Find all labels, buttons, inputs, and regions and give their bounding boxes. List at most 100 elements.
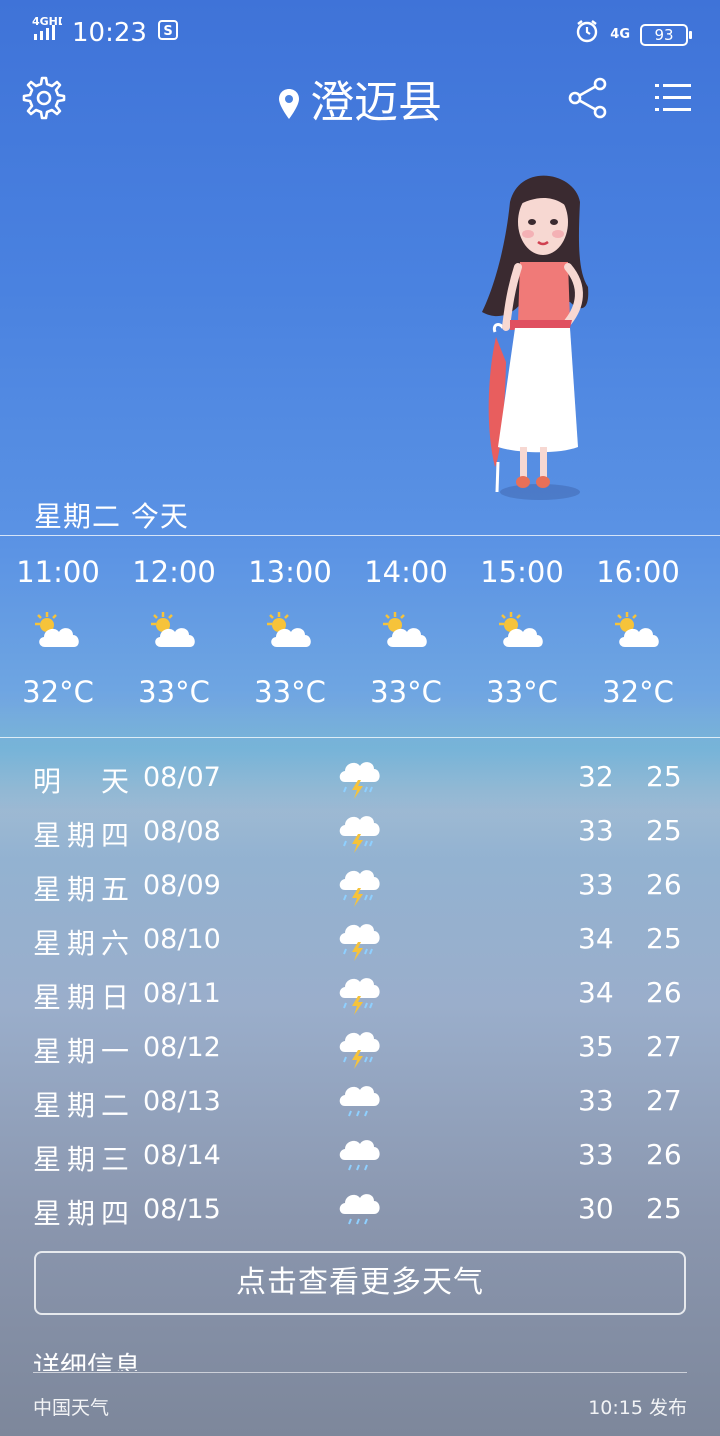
thunderstorm-icon [336, 756, 382, 809]
hourly-temp: 33°C [486, 675, 558, 709]
publish-time: 10:15 发布 [588, 1397, 687, 1419]
day-high-temp: 35 [578, 1030, 614, 1063]
hourly-item: 11:00 32°C [0, 555, 116, 725]
battery-indicator: 93 [640, 23, 692, 46]
network-4g-label: 4G [610, 26, 630, 42]
daily-row[interactable]: 星期三 08/14 33 26 [0, 1130, 720, 1184]
city-name: 澄迈县 [310, 77, 442, 128]
day-name: 星期二 [33, 1089, 129, 1122]
day-date: 08/13 [143, 1086, 221, 1117]
daily-row[interactable]: 星期二 08/13 33 27 [0, 1076, 720, 1130]
day-high-temp: 33 [578, 1084, 614, 1117]
cartoon-girl-illustration [470, 162, 600, 507]
day-name: 星期三 [33, 1143, 129, 1176]
day-date: 08/09 [143, 870, 221, 901]
notification-icon: S [157, 18, 179, 48]
day-low-temp: 27 [646, 1084, 682, 1117]
day-low-temp: 25 [646, 1192, 682, 1225]
detail-divider [33, 1372, 687, 1373]
hourly-time: 15:00 [480, 555, 564, 589]
partly-cloudy-icon [0, 601, 116, 661]
day-name: 星期五 [33, 873, 129, 906]
hourly-temp: 32°C [22, 675, 94, 709]
daily-row[interactable]: 明天 08/07 32 25 [0, 752, 720, 806]
hourly-time: 13:00 [248, 555, 332, 589]
day-high-temp: 33 [578, 868, 614, 901]
day-high-temp: 34 [578, 922, 614, 955]
day-low-temp: 26 [646, 1138, 682, 1171]
day-low-temp: 27 [646, 1030, 682, 1063]
hourly-item: 14:00 33°C [348, 555, 464, 725]
hourly-forecast[interactable]: 11:00 32°C 12:00 33°C 13:00 33°C 14:00 33°C 15:0… [0, 555, 720, 725]
day-name: 明天 [33, 765, 129, 798]
partly-cloudy-icon [464, 601, 580, 661]
svg-text:S: S [163, 24, 172, 39]
hourly-time: 11:00 [16, 555, 100, 589]
hourly-item: 13:00 33°C [232, 555, 348, 725]
city-title[interactable]: 澄迈县 [0, 66, 720, 131]
source-label: 中国天气 [33, 1397, 110, 1419]
status-time: 10:23 [72, 17, 147, 48]
day-high-temp: 33 [578, 814, 614, 847]
day-low-temp: 25 [646, 922, 682, 955]
day-name: 星期日 [33, 981, 129, 1014]
partly-cloudy-icon [580, 601, 696, 661]
day-name: 星期四 [33, 1197, 129, 1230]
hourly-temp: 33°C [370, 675, 442, 709]
day-date: 08/12 [143, 1032, 221, 1063]
hourly-time: 14:00 [364, 555, 448, 589]
thunderstorm-icon [336, 864, 382, 917]
status-bar: 4GHD 10:23 S 4G 93 [0, 0, 720, 64]
daily-row[interactable]: 星期日 08/11 34 26 [0, 968, 720, 1022]
day-high-temp: 30 [578, 1192, 614, 1225]
menu-list-icon[interactable] [654, 76, 700, 122]
day-name: 星期四 [33, 819, 129, 852]
day-high-temp: 34 [578, 976, 614, 1009]
day-name: 星期一 [33, 1035, 129, 1068]
daily-row[interactable]: 星期五 08/09 33 26 [0, 860, 720, 914]
detail-info-title: 详细信息 [33, 1352, 141, 1371]
day-low-temp: 25 [646, 814, 682, 847]
day-date: 08/07 [143, 762, 221, 793]
alarm-icon [574, 18, 600, 51]
hourly-temp: 33°C [138, 675, 210, 709]
hourly-temp: 33°C [254, 675, 326, 709]
daily-forecast: 明天 08/07 32 25 星期四 08/08 33 25 星期五 08/09 33 26 星期六 08… [0, 752, 720, 1238]
more-weather-button[interactable]: 点击查看更多天气 [34, 1251, 686, 1315]
share-icon[interactable] [566, 76, 612, 122]
thunderstorm-icon [336, 918, 382, 971]
day-date: 08/11 [143, 978, 221, 1009]
day-date: 08/14 [143, 1140, 221, 1171]
battery-level: 93 [654, 25, 674, 44]
rain-icon [336, 1134, 382, 1187]
thunderstorm-icon [336, 1026, 382, 1079]
day-low-temp: 25 [646, 760, 682, 793]
signal-icon: 4GHD [32, 15, 67, 49]
day-high-temp: 32 [578, 760, 614, 793]
day-name: 星期六 [33, 927, 129, 960]
day-date: 08/15 [143, 1194, 221, 1225]
daily-row[interactable]: 星期四 08/15 30 25 [0, 1184, 720, 1238]
hourly-item: 12:00 33°C [116, 555, 232, 725]
top-divider [0, 535, 720, 536]
today-label: 星期二 今天 [34, 500, 189, 533]
app-header: 澄迈县 [0, 64, 720, 134]
thunderstorm-icon [336, 810, 382, 863]
hourly-item: 15:00 33°C [464, 555, 580, 725]
partly-cloudy-icon [348, 601, 464, 661]
hourly-item: 16:00 32°C [580, 555, 696, 725]
middle-divider [0, 737, 720, 738]
network-type-label: 4GHD [32, 16, 62, 28]
hourly-temp: 32°C [602, 675, 674, 709]
day-low-temp: 26 [646, 976, 682, 1009]
day-date: 08/08 [143, 816, 221, 847]
daily-row[interactable]: 星期一 08/12 35 27 [0, 1022, 720, 1076]
day-date: 08/10 [143, 924, 221, 955]
location-pin-icon [278, 80, 300, 131]
daily-row[interactable]: 星期六 08/10 34 25 [0, 914, 720, 968]
hourly-time: 16:00 [596, 555, 680, 589]
rain-icon [336, 1080, 382, 1133]
daily-row[interactable]: 星期四 08/08 33 25 [0, 806, 720, 860]
partly-cloudy-icon [116, 601, 232, 661]
rain-icon [336, 1188, 382, 1241]
